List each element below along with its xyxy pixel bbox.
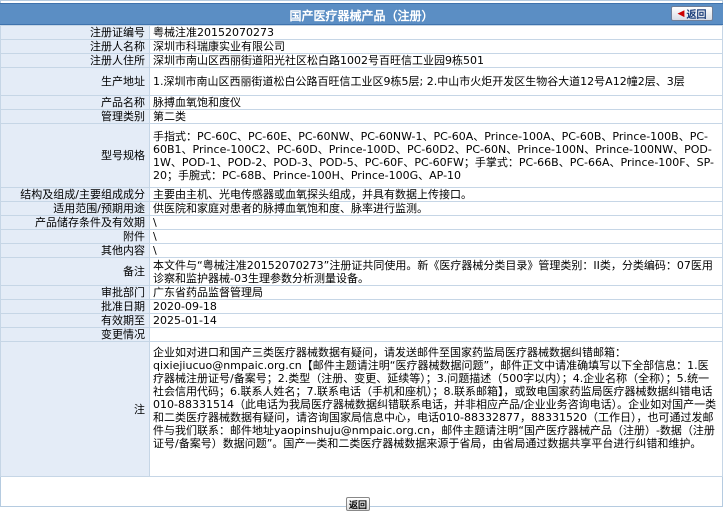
table-row: 型号规格 手指式：PC-60C、PC-60E、PC-60NW、PC-60NW-1、… bbox=[0, 123, 723, 188]
row-label: 变更情况 bbox=[0, 327, 150, 342]
row-label: 注册人名称 bbox=[0, 39, 150, 54]
row-value: 广东省药品监督管理局 bbox=[149, 285, 723, 300]
table-row: 注册证编号 粤械注准20152070273 bbox=[0, 25, 723, 40]
table-row: 附件 \ bbox=[0, 229, 723, 244]
row-label: 型号规格 bbox=[0, 123, 150, 188]
back-button-top[interactable]: ◀ 返回 bbox=[671, 6, 713, 21]
table-row: 审批部门 广东省药品监督管理局 bbox=[0, 285, 723, 300]
back-button-label: 返回 bbox=[686, 10, 707, 21]
row-label: 有效期至 bbox=[0, 313, 150, 328]
table-row: 有效期至 2025-01-14 bbox=[0, 313, 723, 328]
table-row: 批准日期 2020-09-18 bbox=[0, 299, 723, 314]
note-label: 注 bbox=[0, 341, 150, 477]
row-value: 2020-09-18 bbox=[149, 299, 723, 314]
table-row: 产品名称 脉搏血氧饱和度仪 bbox=[0, 95, 723, 110]
row-label: 产品名称 bbox=[0, 95, 150, 110]
row-label: 注册证编号 bbox=[0, 25, 150, 40]
table-row: 适用范围/预期用途 供医院和家庭对患者的脉搏血氧饱和度、脉率进行监测。 bbox=[0, 201, 723, 216]
table-row: 生产地址 1.深圳市南山区西丽街道松白公路百旺信工业区9栋5层; 2.中山市火炬开… bbox=[0, 67, 723, 96]
row-label: 产品储存条件及有效期 bbox=[0, 215, 150, 230]
back-button-bottom[interactable]: 返回 bbox=[346, 497, 370, 511]
table-row: 注册人住所 深圳市南山区西丽街道阳光社区松白路1002号百旺信工业园9栋501 bbox=[0, 53, 723, 68]
header-bar: 国产医疗器械产品（注册） ◀ 返回 bbox=[0, 3, 723, 25]
row-label: 备注 bbox=[0, 257, 150, 286]
info-table: 注册证编号 粤械注准20152070273 注册人名称 深圳市科瑞康实业有限公司 注… bbox=[0, 25, 723, 477]
row-value: 本文件与“粤械注准20152070273”注册证共同使用。新《医疗器械分类目录》… bbox=[149, 257, 723, 286]
note-text: 企业如对进口和国产三类医疗器械数据有疑问，请发送邮件至国家药监局医疗器械数据纠错… bbox=[149, 341, 723, 477]
row-label: 管理类别 bbox=[0, 109, 150, 124]
row-label: 附件 bbox=[0, 229, 150, 244]
table-row: 备注 本文件与“粤械注准20152070273”注册证共同使用。新《医疗器械分类目… bbox=[0, 257, 723, 286]
page-title: 国产医疗器械产品（注册） bbox=[289, 9, 434, 23]
row-value: 深圳市南山区西丽街道阳光社区松白路1002号百旺信工业园9栋501 bbox=[149, 53, 723, 68]
row-value: 深圳市科瑞康实业有限公司 bbox=[149, 39, 723, 54]
row-value: \ bbox=[149, 229, 723, 244]
table-row: 注企业如对进口和国产三类医疗器械数据有疑问，请发送邮件至国家药监局医疗器械数据纠… bbox=[0, 341, 723, 477]
row-label: 批准日期 bbox=[0, 299, 150, 314]
row-value: 第二类 bbox=[149, 109, 723, 124]
row-value: 1.深圳市南山区西丽街道松白公路百旺信工业区9栋5层; 2.中山市火炬开发区生物… bbox=[149, 67, 723, 96]
row-value: \ bbox=[149, 215, 723, 230]
row-label: 适用范围/预期用途 bbox=[0, 201, 150, 216]
table-row: 管理类别 第二类 bbox=[0, 109, 723, 124]
row-value: 2025-01-14 bbox=[149, 313, 723, 328]
row-label: 结构及组成/主要组成成分 bbox=[0, 187, 150, 202]
row-value: 主要由主机、光电传感器或血氧探头组成，并具有数据上传接口。 bbox=[149, 187, 723, 202]
table-row: 其他内容 \ bbox=[0, 243, 723, 258]
row-label: 注册人住所 bbox=[0, 53, 150, 68]
table-row: 产品储存条件及有效期 \ bbox=[0, 215, 723, 230]
table-row: 变更情况 bbox=[0, 327, 723, 342]
row-value: 粤械注准20152070273 bbox=[149, 25, 723, 40]
table-row: 结构及组成/主要组成成分 主要由主机、光电传感器或血氧探头组成，并具有数据上传接口… bbox=[0, 187, 723, 202]
back-arrow-icon: ◀ bbox=[677, 8, 685, 19]
row-label: 其他内容 bbox=[0, 243, 150, 258]
row-value bbox=[149, 327, 723, 342]
row-label: 生产地址 bbox=[0, 67, 150, 96]
row-value: 手指式：PC-60C、PC-60E、PC-60NW、PC-60NW-1、PC-6… bbox=[149, 123, 723, 188]
row-value: 供医院和家庭对患者的脉搏血氧饱和度、脉率进行监测。 bbox=[149, 201, 723, 216]
row-value: \ bbox=[149, 243, 723, 258]
row-value: 脉搏血氧饱和度仪 bbox=[149, 95, 723, 110]
row-label: 审批部门 bbox=[0, 285, 150, 300]
table-row: 注册人名称 深圳市科瑞康实业有限公司 bbox=[0, 39, 723, 54]
